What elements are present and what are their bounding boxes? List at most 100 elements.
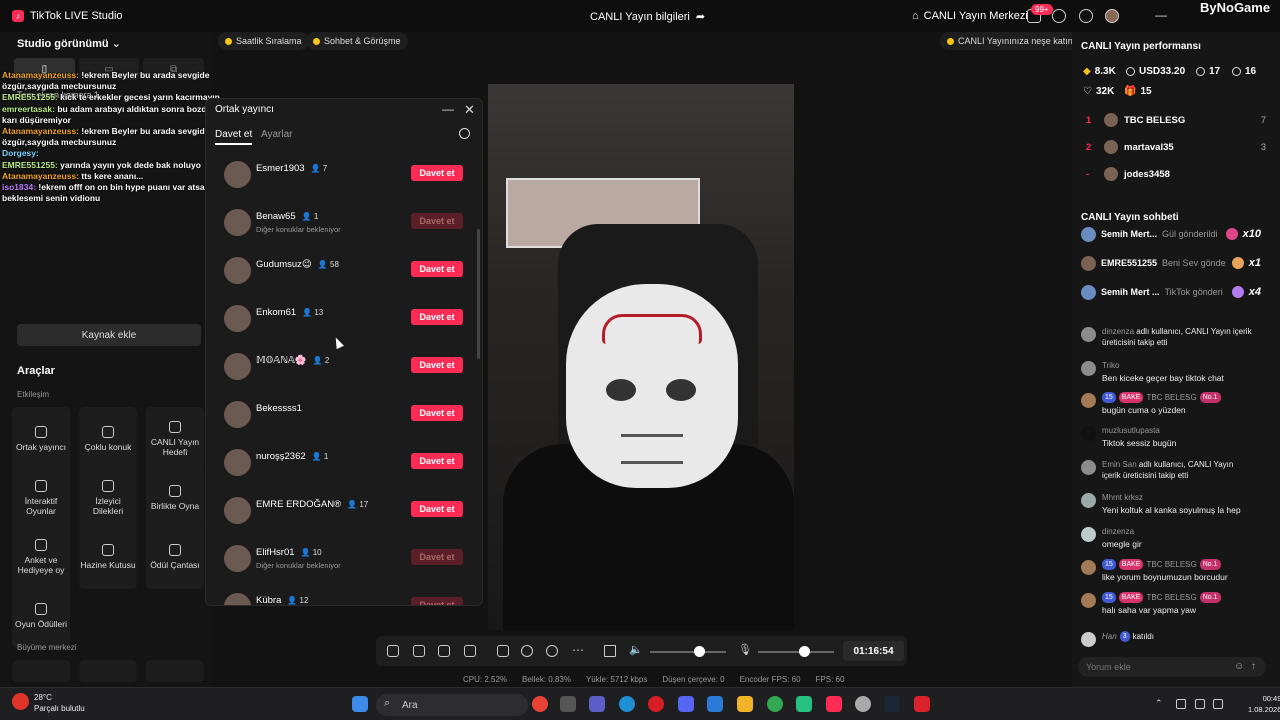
invite-button[interactable]: Davet et [411,309,463,325]
close-icon[interactable]: ✕ [464,102,475,118]
game-rewards-button[interactable]: Oyun Ödülleri [12,584,70,648]
cohost-row: Gudumsuz😉 👤 58 Davet et [206,245,476,293]
invite-button[interactable]: Davet et [411,405,463,421]
obs-icon[interactable] [855,696,871,712]
ranking-row[interactable]: 2 martaval35 3 [1086,138,1266,156]
add-media-icon[interactable] [464,645,476,657]
live-info-link[interactable]: CANLI Yayın bilgileri ➦ [590,10,705,24]
mic-slider-knob[interactable] [798,646,810,657]
microphone-icon[interactable]: 🎙 [738,643,752,656]
edge-icon[interactable] [619,696,635,712]
viewer-wishes-button[interactable]: İzleyici Dilekleri [79,466,137,530]
live-center-link[interactable]: ⌂ CANLI Yayın Merkezi [912,10,1028,22]
emoji-icon[interactable]: ☺ [1234,661,1244,672]
camera-icon[interactable] [546,645,558,657]
invite-button[interactable]: Davet et [411,213,463,229]
invite-button[interactable]: Davet et [411,165,463,181]
effects-icon[interactable] [387,645,399,657]
teams-icon[interactable] [589,696,605,712]
send-icon[interactable]: ↑ [1251,661,1256,672]
avatar [1081,493,1096,508]
avatar [1081,593,1096,608]
taskbar-search[interactable]: Ara [376,694,528,716]
mixer-icon[interactable] [604,645,616,657]
mic-slider[interactable] [758,651,834,653]
avatar[interactable] [1105,9,1119,23]
play-together-button[interactable]: Birlikte Oyna [146,466,204,530]
chat-message: 15 BAKE TBC BELESG No.1 bugün cuma o yüzden [1081,392,1261,416]
cohost-name: Gudumsuz😉 👤 58 [256,259,339,270]
help-icon[interactable] [1052,9,1066,23]
weather-widget[interactable]: 28°C Parçalı bulutlu [12,692,85,714]
cohost-tool-button[interactable]: Ortak yayıncı [12,407,70,471]
pill-label: Saatlik Sıralama [236,36,302,46]
minimize-icon[interactable]: — [1155,8,1167,22]
ranking-row[interactable]: - jodes3458 [1086,165,1266,183]
dollar-icon [1126,67,1135,76]
chat-call-pill[interactable]: Sohbet & Görüşme [306,32,408,50]
speaker-icon[interactable]: 🔈 [629,643,643,656]
discord-icon[interactable] [678,696,694,712]
tool-label: Birlikte Oyna [150,501,200,511]
app-icon[interactable] [707,696,723,712]
scrollbar[interactable] [477,229,480,359]
avatar [224,161,251,188]
add-source-button[interactable]: Kaynak ekle [17,324,201,346]
start-icon[interactable] [352,696,368,712]
avatar [1081,426,1096,441]
invite-button[interactable]: Davet et [411,501,463,517]
live-center-label: CANLI Yayın Merkezi [923,10,1028,22]
network-icon[interactable] [1195,699,1205,709]
screen-capture-icon[interactable] [413,645,425,657]
opera-icon[interactable] [648,696,664,712]
invite-button[interactable]: Davet et [411,597,463,605]
gift-icon: 🎁 [1124,86,1137,97]
studio-view-dropdown[interactable]: Studio görünümü ⌄ [17,37,121,50]
tab-invite[interactable]: Davet et [215,129,253,145]
ranking-row[interactable]: 1 TBC BELESG 7 [1086,111,1266,129]
clock[interactable]: 00:49 1.08.2026 [1248,693,1280,715]
steam-icon[interactable] [884,696,900,712]
app-icon[interactable] [914,696,930,712]
ai-icon[interactable] [438,645,450,657]
search-icon[interactable] [459,128,470,139]
tool-label: Anket ve Hediyeye oy [17,555,65,575]
live-goal-tool-button[interactable]: CANLI Yayın Hedefi [146,407,204,471]
invite-button[interactable]: Davet et [411,549,463,565]
gear-icon[interactable] [1079,9,1093,23]
interaction-section-label: Etkileşim [17,390,50,399]
comment-placeholder: Yorum ekle [1086,662,1131,672]
invite-button[interactable]: Davet et [411,357,463,373]
interactive-games-button[interactable]: İnteraktif Oyunlar [12,466,70,530]
app-icon[interactable] [796,696,812,712]
folder-icon[interactable] [737,696,753,712]
growth-tool-button[interactable] [79,660,137,682]
reward-bag-button[interactable]: Ödül Çantası [146,525,204,589]
poll-button[interactable]: Anket ve Hediyeye oy [12,525,70,589]
gift-row: EMRE551255 Beni Sev gönde x1 [1081,251,1261,275]
multi-guest-tool-button[interactable]: Çoklu konuk [79,407,137,471]
chrome-icon[interactable] [767,696,783,712]
record-icon[interactable] [521,645,533,657]
bag-icon [169,544,181,556]
tip-pill[interactable]: CANLI Yayınınıza neşe katın [940,32,1080,50]
growth-tool-button[interactable] [146,660,204,682]
hourly-ranking-pill[interactable]: Saatlik Sıralama [218,32,309,50]
treasure-box-button[interactable]: Hazine Kutusu [79,525,137,589]
chrome-icon[interactable] [532,696,548,712]
volume-slider[interactable] [650,651,726,653]
invite-button[interactable]: Davet et [411,261,463,277]
volume-icon[interactable] [1213,699,1223,709]
app-icon[interactable] [560,696,576,712]
avatar [1081,527,1096,542]
avatar [224,353,251,380]
phone-icon[interactable] [497,645,509,657]
more-icon[interactable]: ⋯ [572,643,584,657]
tiktok-studio-icon[interactable] [826,696,842,712]
mic-tray-icon[interactable] [1176,699,1186,709]
invite-button[interactable]: Davet et [411,453,463,469]
growth-tool-button[interactable] [12,660,70,682]
tab-settings[interactable]: Ayarlar [261,129,293,140]
chevron-up-icon[interactable]: ⌃ [1155,698,1163,709]
minimize-icon[interactable]: — [442,102,454,116]
